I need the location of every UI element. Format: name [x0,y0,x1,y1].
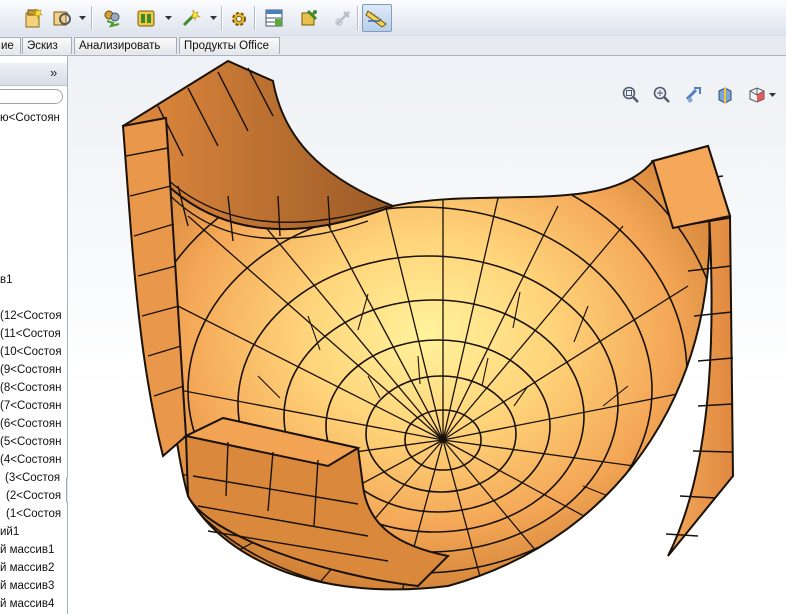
toolbar-separator [357,6,359,30]
smart-fastener-icon[interactable] [178,5,204,31]
measure-ruler-icon[interactable] [362,4,392,32]
view-orientation-icon[interactable] [745,83,769,107]
tab-evaluate[interactable]: Анализировать [74,37,177,54]
tree-item[interactable]: (11<Состоя [0,327,61,341]
zoom-to-fit-icon[interactable] [619,83,643,107]
previous-view-icon[interactable] [682,83,706,107]
chevron-down-icon[interactable] [165,13,172,23]
chevron-down-icon[interactable] [210,13,217,23]
zoom-to-area-icon[interactable] [650,83,674,107]
graphics-viewport[interactable] [68,56,786,614]
assembly-tool-icon[interactable] [133,5,159,31]
expand-panel-button[interactable]: » [50,66,57,80]
brick-dome-model [121,59,735,591]
tab-features[interactable]: ие [0,37,21,54]
toolbar-separator [254,6,256,30]
tab-sketch[interactable]: Эскиз [22,37,72,54]
tree-item[interactable]: й массив4 [0,597,54,611]
tree-item[interactable]: (2<Состоя [6,489,61,503]
tree-item[interactable]: (8<Состоян [0,381,62,395]
tree-item[interactable]: (1<Состоя [6,507,61,521]
chevron-down-icon[interactable] [767,83,777,107]
chevron-down-icon[interactable] [79,13,86,23]
tree-item[interactable]: й массив1 [0,543,54,557]
tree-item[interactable]: й массив2 [0,561,54,575]
toolbar-separator [91,6,93,30]
tab-office-products[interactable]: Продукты Office [179,37,280,54]
tree-item[interactable]: (10<Состоя [0,345,62,359]
bill-of-materials-icon[interactable] [261,5,287,31]
tree-item[interactable]: (12<Состоя [0,309,62,323]
disabled-tool-icon[interactable] [330,5,356,31]
tree-item[interactable]: (6<Состоян [0,417,62,431]
section-view-icon[interactable] [713,83,737,107]
tree-item[interactable]: (5<Состоян [0,435,62,449]
configure-icon[interactable] [296,5,322,31]
tree-item[interactable]: ю<Состоян [0,111,60,125]
command-toolbar [0,0,786,37]
tree-item[interactable]: ий1 [0,525,19,539]
new-document-icon[interactable] [20,5,46,31]
tree-item[interactable]: (7<Состоян [0,399,62,413]
tree-filter-input[interactable] [0,89,63,104]
toolbar-separator [221,6,223,30]
tree-item[interactable]: (9<Состоян [0,363,62,377]
select-component-icon[interactable] [99,5,125,31]
tree-item[interactable]: (4<Состоян [0,453,62,467]
tree-item[interactable]: (3<Состоя [5,471,60,485]
tree-item[interactable]: й массив3 [0,579,54,593]
heads-up-view-toolbar [622,86,786,127]
feature-manager-panel: » ю<Состоян в1 (12<Состоя (11<Состоя (10… [0,56,68,614]
rebuild-icon[interactable] [49,5,75,31]
settings-gear-icon[interactable] [226,5,252,31]
command-tabs: ие Эскиз Анализировать Продукты Office [0,36,786,56]
tree-item[interactable]: в1 [0,273,13,287]
